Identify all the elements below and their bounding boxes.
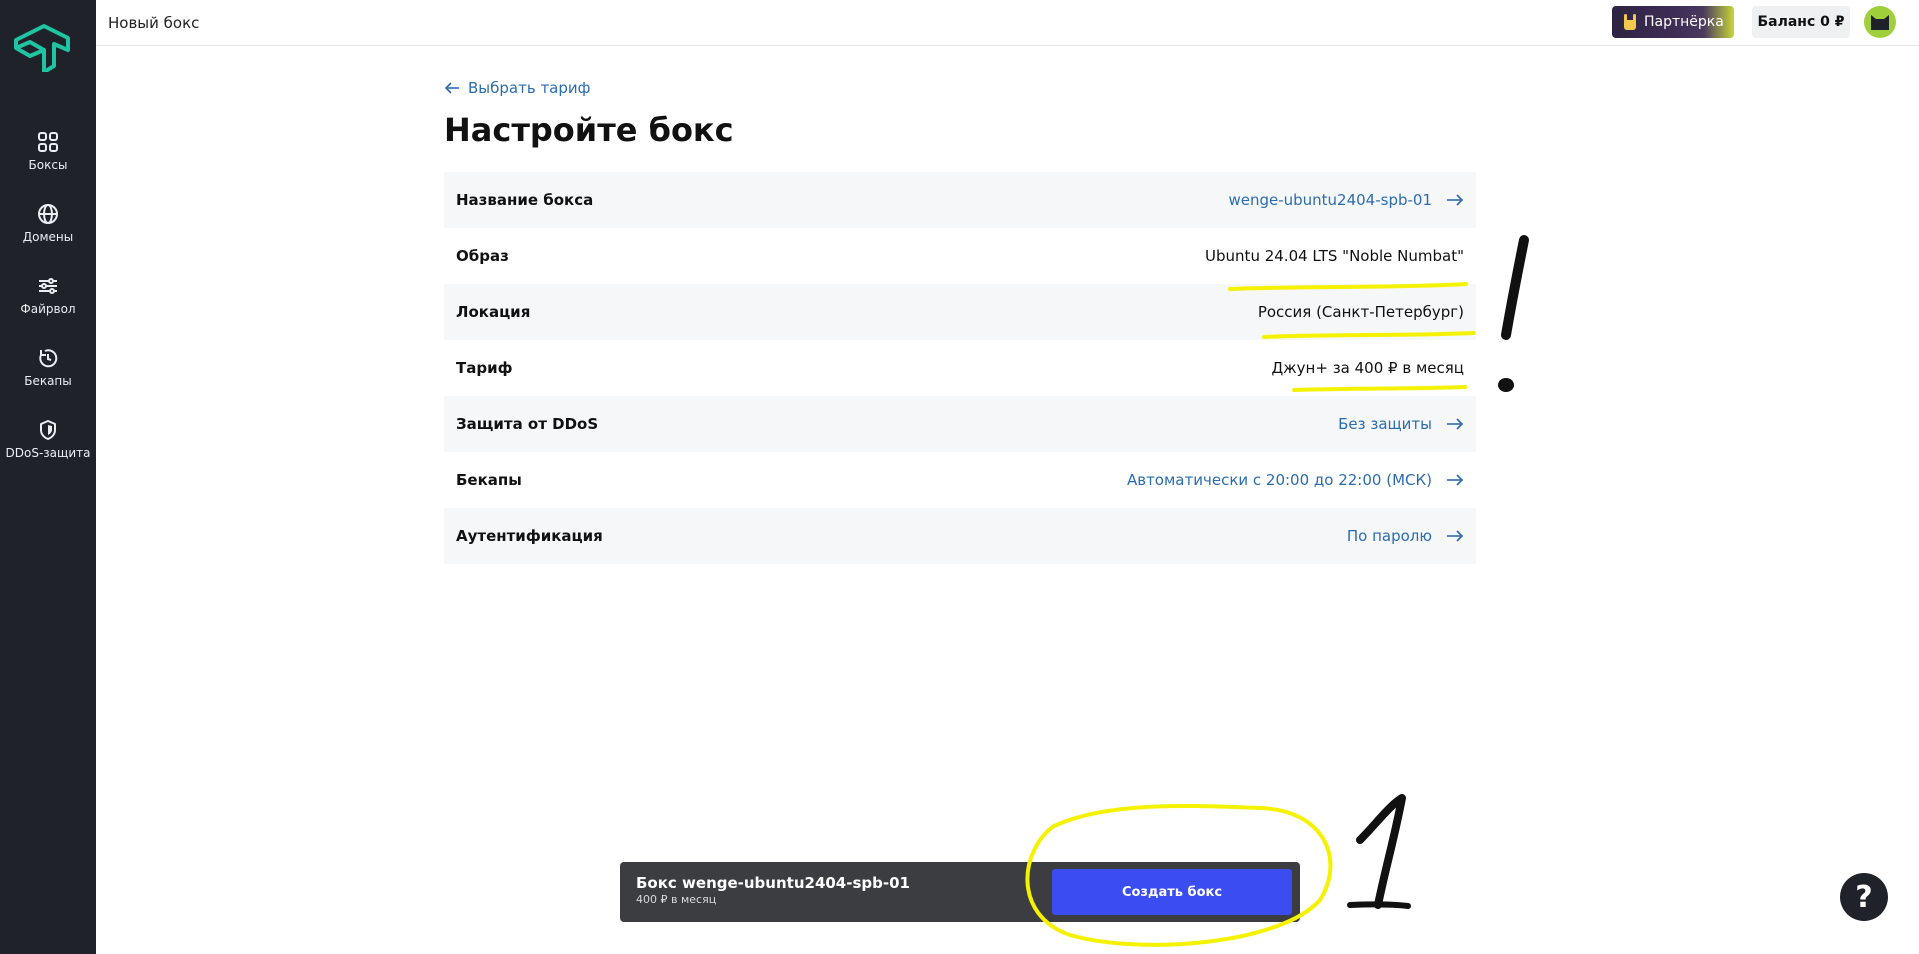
sidebar-item-ddos[interactable]: DDoS-защита xyxy=(0,418,96,476)
arrow-right-icon xyxy=(1447,194,1464,206)
cat-icon xyxy=(1871,15,1889,30)
setting-label: Защита от DDoS xyxy=(456,415,599,433)
sidebar-item-label: DDoS-защита xyxy=(5,446,91,460)
globe-icon xyxy=(38,204,58,224)
setting-value: Без защиты xyxy=(1338,415,1432,433)
shield-icon xyxy=(40,420,56,440)
settings-list: Название бокса wenge-ubuntu2404-spb-01 О… xyxy=(444,172,1476,564)
backup-clock-icon xyxy=(39,349,58,368)
setting-row-auth[interactable]: Аутентификация По паролю xyxy=(444,508,1476,564)
setting-link[interactable]: Без защиты xyxy=(1338,415,1464,433)
setting-label: Бекапы xyxy=(456,471,522,489)
setting-row-ddos[interactable]: Защита от DDoS Без защиты xyxy=(444,396,1476,452)
sidebar-item-domains[interactable]: Домены xyxy=(0,202,96,260)
setting-label: Локация xyxy=(456,303,531,321)
back-link-label: Выбрать тариф xyxy=(468,79,591,97)
setting-label: Тариф xyxy=(456,359,513,377)
summary-title: Бокс wenge-ubuntu2404-spb-01 xyxy=(636,874,910,892)
sidebar-item-backups[interactable]: Бекапы xyxy=(0,346,96,404)
setting-link[interactable]: wenge-ubuntu2404-spb-01 xyxy=(1228,191,1464,209)
digit-one-base xyxy=(1347,901,1411,909)
arrow-right-icon xyxy=(1447,530,1464,542)
setting-link[interactable]: По паролю xyxy=(1347,527,1464,545)
page-title: Настройте бокс xyxy=(444,111,734,149)
exclamation-dot xyxy=(1498,378,1514,392)
grid-icon xyxy=(38,132,58,152)
setting-row-tariff: Тариф Джун+ за 400 ₽ в месяц xyxy=(444,340,1476,396)
balance-button[interactable]: Баланс 0 ₽ xyxy=(1752,6,1850,38)
create-box-button[interactable]: Создать бокс xyxy=(1052,869,1292,915)
arrow-left-icon xyxy=(444,82,459,94)
sidebar-item-label: Боксы xyxy=(28,158,68,172)
page-crumb: Новый бокс xyxy=(108,14,200,32)
setting-label: Образ xyxy=(456,247,509,265)
sidebar-item-firewall[interactable]: Файрвол xyxy=(0,274,96,332)
setting-row-location: Локация Россия (Санкт-Петербург) xyxy=(444,284,1476,340)
rock-hand-icon xyxy=(1624,14,1636,30)
setting-value: Джун+ за 400 ₽ в месяц xyxy=(1271,359,1464,377)
top-bar: Новый бокс Партнёрка Баланс 0 ₽ xyxy=(96,0,1919,46)
setting-value: Ubuntu 24.04 LTS "Noble Numbat" xyxy=(1205,247,1464,265)
setting-label: Название бокса xyxy=(456,191,594,209)
setting-row-image: Образ Ubuntu 24.04 LTS "Noble Numbat" xyxy=(444,228,1476,284)
sidebar-item-label: Домены xyxy=(22,230,74,244)
setting-value: Россия (Санкт-Петербург) xyxy=(1257,303,1464,321)
avatar[interactable] xyxy=(1864,6,1896,38)
help-button[interactable]: ? xyxy=(1840,873,1888,921)
sidebar-item-label: Бекапы xyxy=(24,374,72,388)
setting-link[interactable]: Автоматически с 20:00 до 22:00 (МСК) xyxy=(1127,471,1464,489)
back-link[interactable]: Выбрать тариф xyxy=(444,78,1476,98)
sliders-icon xyxy=(39,278,57,294)
sidebar-item-boxes[interactable]: Боксы xyxy=(0,130,96,188)
summary-price: 400 ₽ в месяц xyxy=(636,893,717,906)
app-window: Боксы Домены Файрвол Бекапы DDoS-защита … xyxy=(0,0,1919,954)
digit-one-stroke xyxy=(1356,794,1406,909)
logo-icon[interactable] xyxy=(10,20,74,74)
main-content: Выбрать тариф Настройте бокс Название бо… xyxy=(444,78,1476,564)
partner-button[interactable]: Партнёрка xyxy=(1612,6,1734,38)
setting-value: По паролю xyxy=(1346,527,1432,545)
summary-info: Бокс wenge-ubuntu2404-spb-01 400 ₽ в мес… xyxy=(636,874,910,908)
setting-row-name[interactable]: Название бокса wenge-ubuntu2404-spb-01 xyxy=(444,172,1476,228)
summary-bar: Бокс wenge-ubuntu2404-spb-01 400 ₽ в мес… xyxy=(620,862,1300,922)
sidebar: Боксы Домены Файрвол Бекапы DDoS-защита xyxy=(0,0,96,954)
arrow-right-icon xyxy=(1447,418,1464,430)
arrow-right-icon xyxy=(1447,474,1464,486)
partner-label: Партнёрка xyxy=(1644,14,1724,30)
setting-label: Аутентификация xyxy=(456,527,603,545)
setting-row-backups[interactable]: Бекапы Автоматически с 20:00 до 22:00 (М… xyxy=(444,452,1476,508)
setting-value: wenge-ubuntu2404-spb-01 xyxy=(1228,191,1432,209)
setting-value: Автоматически с 20:00 до 22:00 (МСК) xyxy=(1126,471,1432,489)
sidebar-item-label: Файрвол xyxy=(20,302,76,316)
exclamation-stroke xyxy=(1501,235,1529,340)
